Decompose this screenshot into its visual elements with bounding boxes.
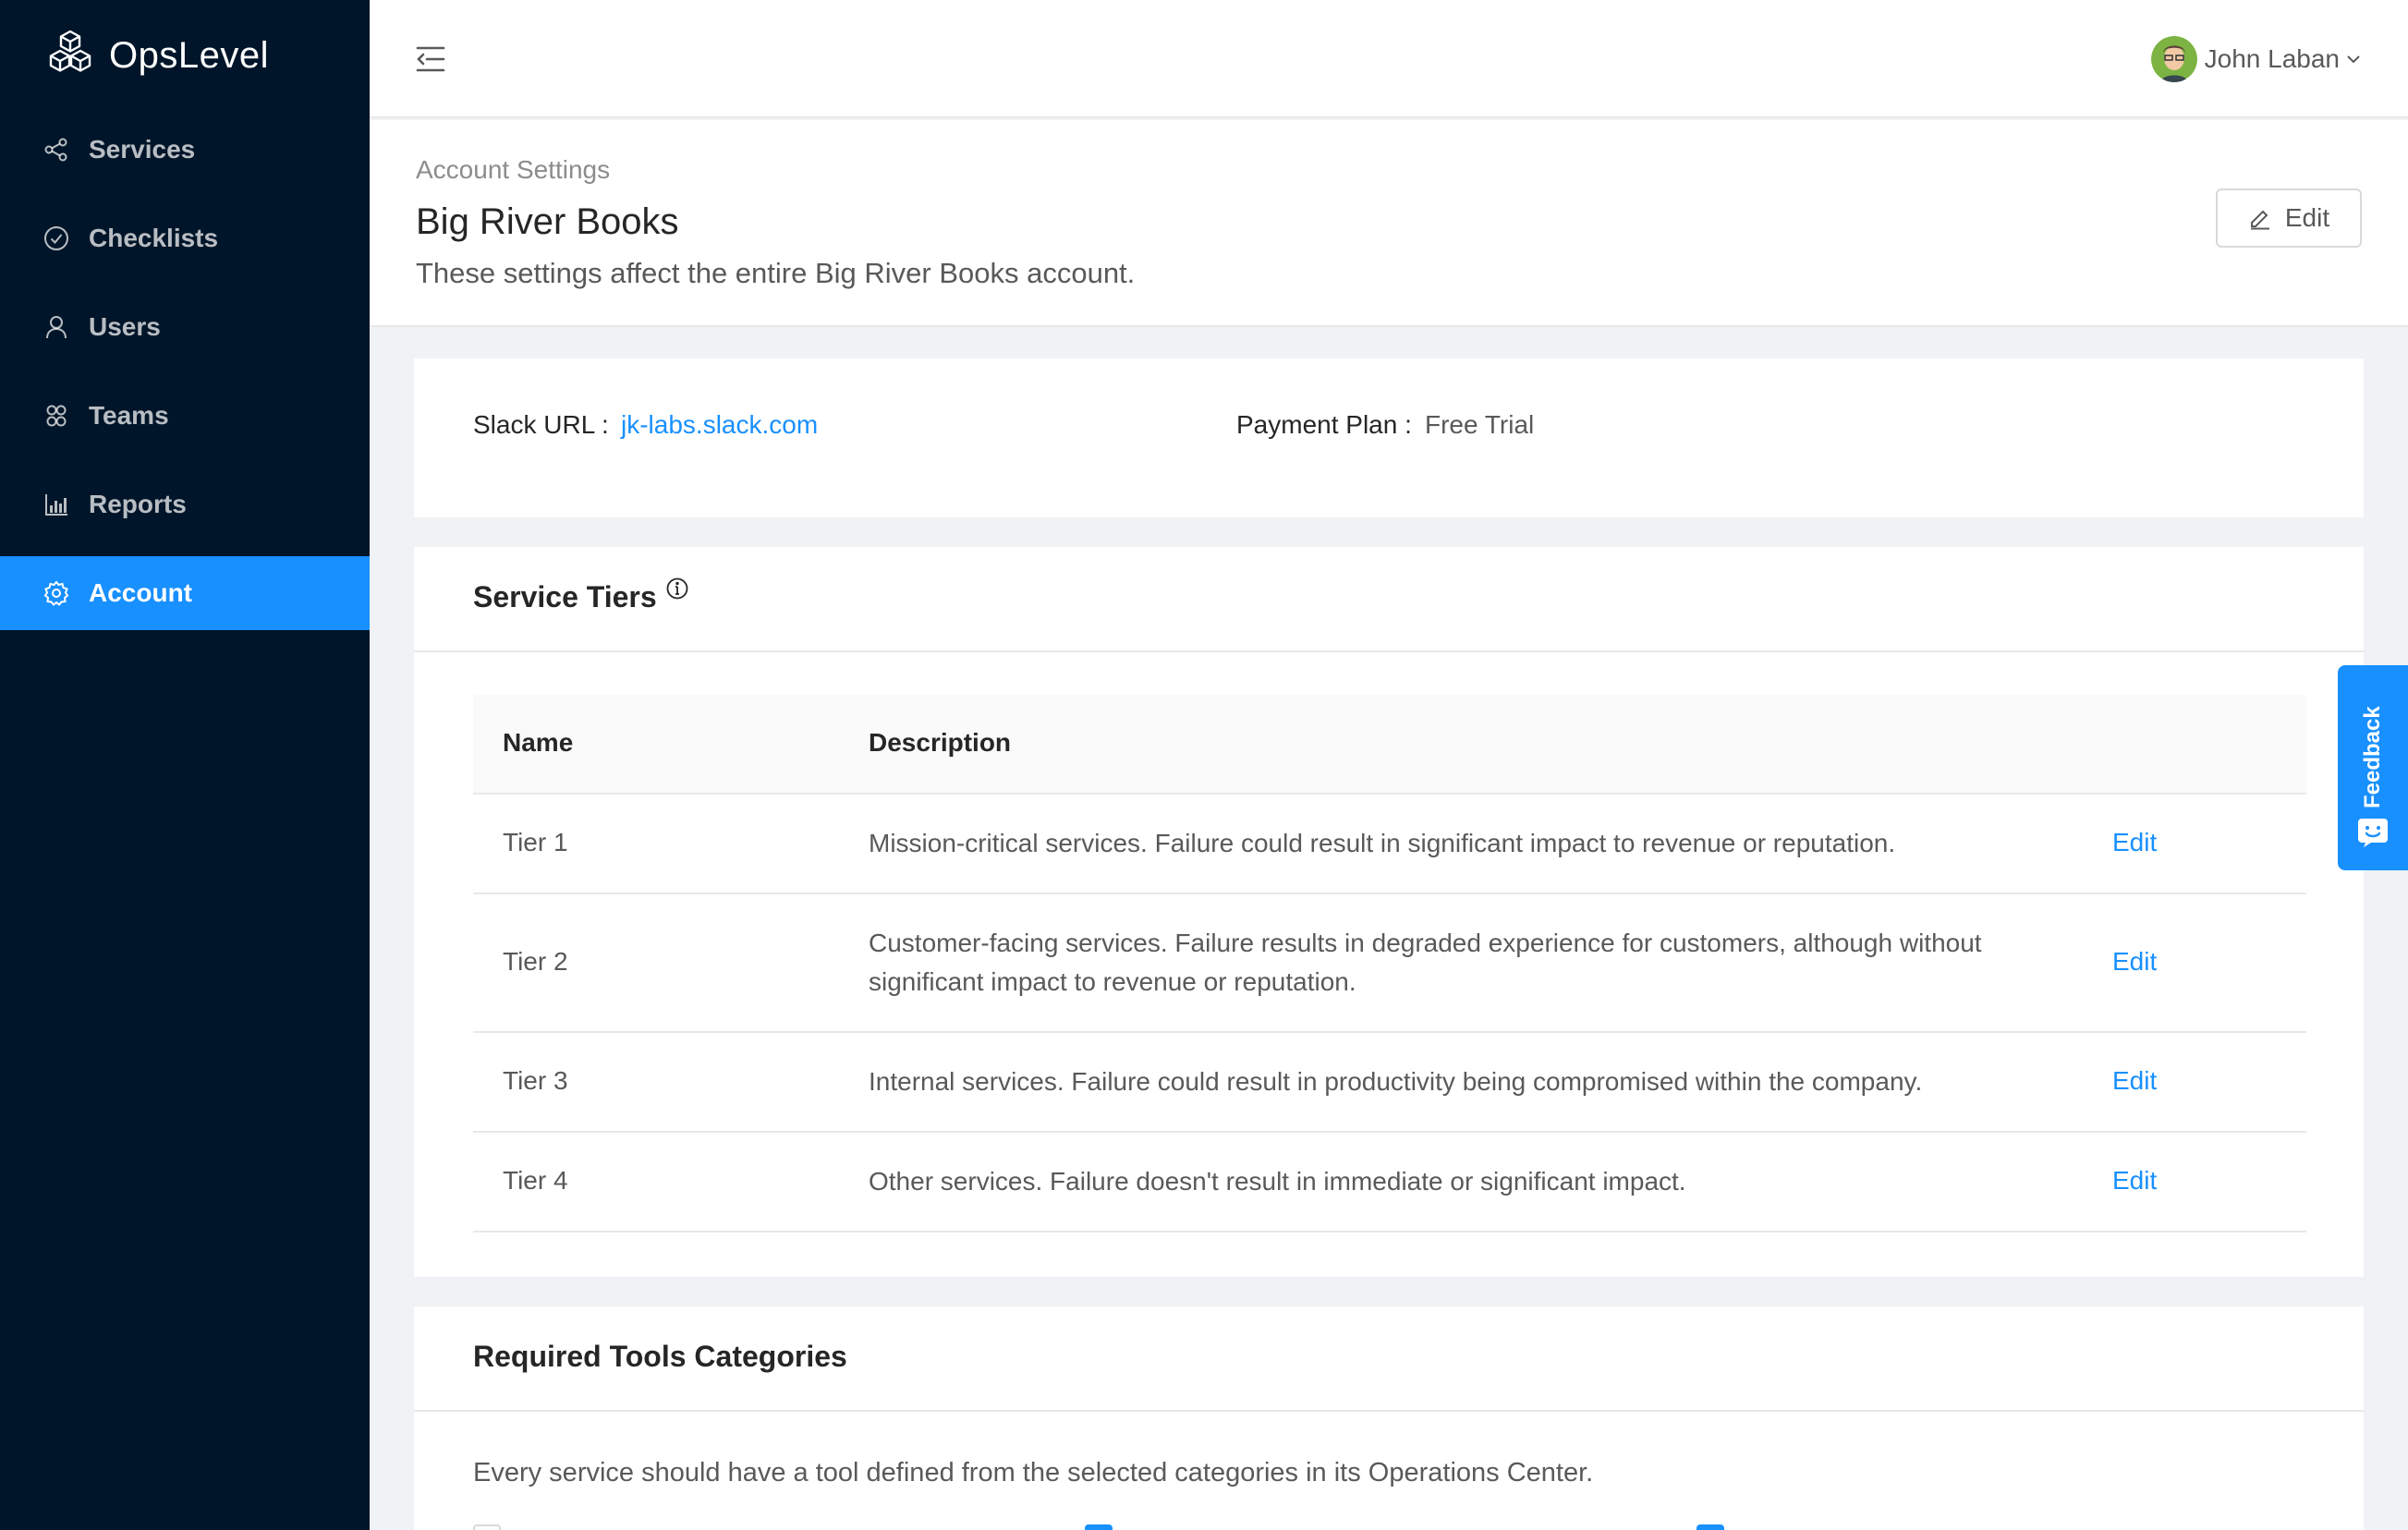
required-tools-header: Required Tools Categories [414,1306,2364,1412]
sidebar-item-label: Users [89,312,161,341]
service-tiers-header: Service Tiers [414,547,2364,652]
tier-description: Customer-facing services. Failure result… [869,929,1982,996]
table-row: Tier 1 Mission-critical services. Failur… [473,795,2306,894]
tier-description: Other services. Failure doesn't result i… [869,1167,1686,1196]
page-header: Account Settings Big River Books These s… [370,120,2408,327]
gear-icon [43,579,70,607]
tier-description: Mission-critical services. Failure could… [869,829,1896,857]
table-row: Tier 3 Internal services. Failure could … [473,1033,2306,1133]
edit-account-button[interactable]: Edit [2216,188,2362,248]
payment-plan-label: Payment Plan : [1236,410,1412,439]
tool-category-checkbox[interactable] [1085,1524,1113,1530]
feedback-tab[interactable]: Feedback [2338,665,2408,870]
sidebar-item-users[interactable]: Users [0,290,370,364]
sidebar-item-label: Teams [89,401,169,430]
logo-text: OpsLevel [109,34,269,76]
top-header: John Laban [370,0,2408,118]
slack-url-link[interactable]: jk-labs.slack.com [621,410,818,440]
sidebar-item-label: Services [89,135,196,164]
tier-name: Tier 4 [503,1166,568,1195]
column-header-name: Name [503,728,574,757]
tier-edit-link[interactable]: Edit [2112,1066,2157,1096]
tool-category-checkbox[interactable] [1697,1524,1724,1530]
service-tiers-title: Service Tiers [473,580,657,613]
tier-edit-link[interactable]: Edit [2112,1166,2157,1196]
breadcrumb[interactable]: Account Settings [416,155,610,185]
sidebar-item-label: Account [89,578,192,607]
bar-chart-icon [43,491,70,518]
payment-plan-value: Free Trial [1425,410,1535,439]
account-info-card: Slack URL : jk-labs.slack.com Payment Pl… [414,358,2364,517]
edit-pencil-icon [2250,210,2269,230]
service-tiers-card: Service Tiers Name Description Tier 1 Mi… [414,547,2364,1277]
table-row: Tier 2 Customer-facing services. Failure… [473,894,2306,1033]
sidebar-item-services[interactable]: Services [0,113,370,187]
sidebar: OpsLevel Services Checklists Users Teams [0,0,370,1530]
tier-name: Tier 1 [503,828,568,856]
share-nodes-icon [43,136,70,164]
opslevel-logo-icon [43,26,98,86]
team-icon [43,402,70,430]
service-tiers-table: Name Description Tier 1 Mission-critical… [473,695,2306,1232]
logo[interactable]: OpsLevel [43,28,269,83]
required-tools-description: Every service should have a tool defined… [473,1458,1594,1488]
user-name: John Laban [2204,44,2340,73]
info-circle-icon[interactable] [665,577,689,601]
feedback-smile-icon [2358,819,2388,847]
required-tools-card: Required Tools Categories Every service … [414,1306,2364,1530]
sidebar-item-account[interactable]: Account [0,556,370,630]
sidebar-item-teams[interactable]: Teams [0,379,370,453]
user-icon [43,313,70,341]
table-header: Name Description [473,695,2306,795]
required-tools-title: Required Tools Categories [473,1340,847,1373]
column-header-description: Description [869,728,1012,757]
table-row: Tier 4 Other services. Failure doesn't r… [473,1133,2306,1232]
check-circle-icon [43,225,70,252]
sidebar-item-label: Reports [89,490,187,518]
tier-name: Tier 2 [503,947,568,976]
sidebar-item-reports[interactable]: Reports [0,468,370,541]
avatar [2150,36,2197,82]
tier-description: Internal services. Failure could result … [869,1067,1923,1096]
sidebar-item-label: Checklists [89,224,219,252]
tier-edit-link[interactable]: Edit [2112,947,2157,977]
sidebar-nav: Services Checklists Users Teams Reports [0,113,370,645]
tier-edit-link[interactable]: Edit [2112,828,2157,857]
tier-name: Tier 3 [503,1066,568,1095]
chevron-down-icon [2347,55,2360,64]
menu-fold-icon[interactable] [414,42,447,76]
feedback-label: Feedback [2360,706,2385,809]
page-title: Big River Books [416,201,679,242]
tool-category-checkbox[interactable] [473,1524,501,1530]
page-subtitle: These settings affect the entire Big Riv… [416,257,1136,289]
edit-button-label: Edit [2284,203,2330,232]
sidebar-item-checklists[interactable]: Checklists [0,201,370,275]
user-menu[interactable]: John Laban [2150,35,2362,83]
slack-url-label: Slack URL : [473,410,609,439]
